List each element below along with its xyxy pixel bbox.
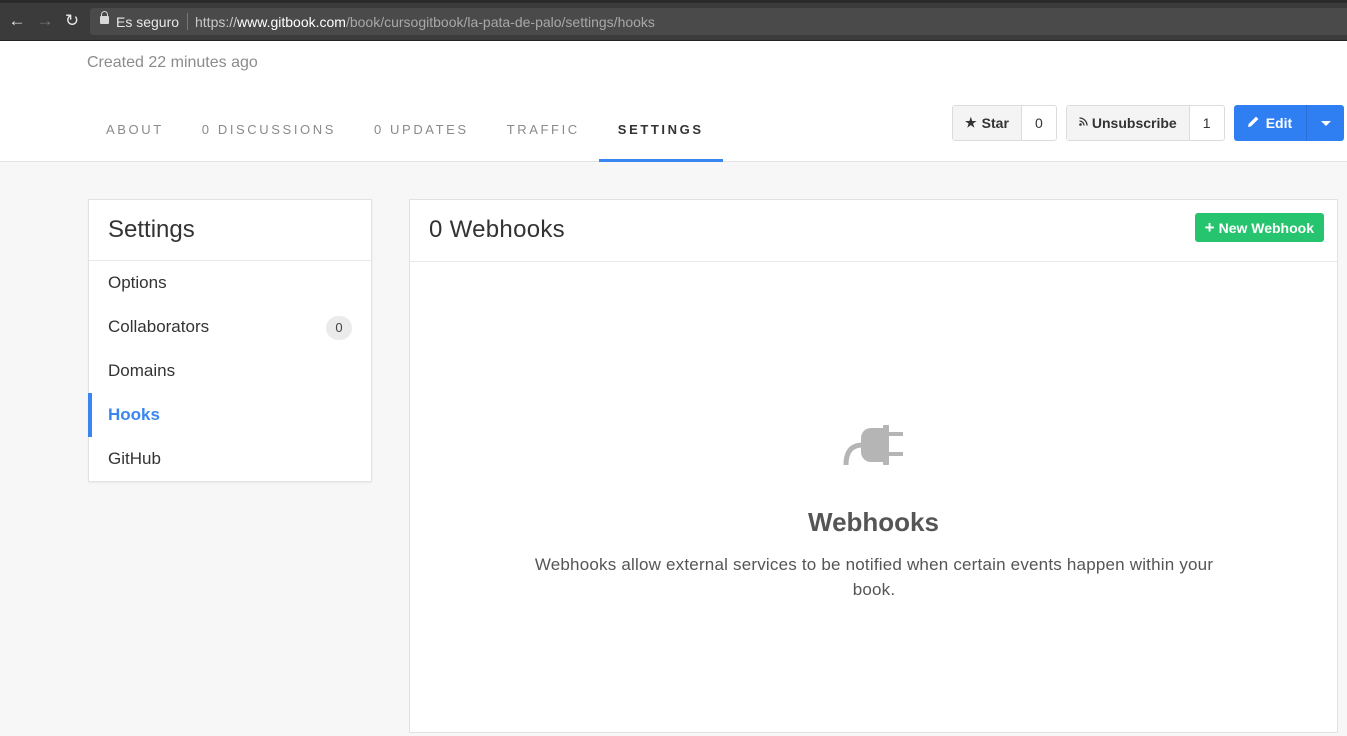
sidebar-item-label: GitHub <box>108 449 161 468</box>
tab-traffic[interactable]: TRAFFIC <box>488 107 599 162</box>
tab-updates[interactable]: 0 UPDATES <box>355 107 488 162</box>
url-scheme: https:// <box>195 14 238 30</box>
tab-about[interactable]: ABOUT <box>87 107 183 162</box>
url-host: www.gitbook.com <box>237 14 346 30</box>
watch-count[interactable]: 1 <box>1190 106 1224 140</box>
panel-title: 0 Webhooks <box>429 216 565 243</box>
address-bar[interactable]: Es seguro https://www.gitbook.com/book/c… <box>90 8 1347 35</box>
rss-icon <box>1079 117 1088 129</box>
panel-header: 0 Webhooks + New Webhook <box>410 200 1337 262</box>
edit-button[interactable]: Edit <box>1234 105 1308 141</box>
tab-discussions[interactable]: 0 DISCUSSIONS <box>183 107 355 162</box>
new-webhook-button[interactable]: + New Webhook <box>1194 213 1324 242</box>
plug-icon <box>843 425 905 466</box>
pencil-icon <box>1247 115 1260 131</box>
book-tabs: ABOUT 0 DISCUSSIONS 0 UPDATES TRAFFIC SE… <box>87 107 723 162</box>
sidebar-item-domains[interactable]: Domains <box>89 349 371 393</box>
sidebar-item-label: Options <box>108 273 167 292</box>
sidebar-item-label: Hooks <box>108 405 160 424</box>
edit-dropdown-button[interactable] <box>1307 105 1344 141</box>
book-actions: ★ Star 0 Unsubscribe 1 Edit <box>952 105 1345 141</box>
unsubscribe-button[interactable]: Unsubscribe <box>1066 106 1190 140</box>
book-header: Created 22 minutes ago ABOUT 0 DISCUSSIO… <box>0 41 1347 162</box>
chevron-down-icon <box>1320 120 1331 126</box>
settings-sidebar: Settings Options Collaborators 0 Domains… <box>88 199 372 482</box>
back-icon[interactable]: ← <box>7 11 27 31</box>
webhooks-panel: 0 Webhooks + New Webhook Webhooks Webhoo… <box>409 199 1338 733</box>
star-group: ★ Star 0 <box>952 105 1057 141</box>
tab-settings[interactable]: SETTINGS <box>598 107 723 162</box>
edit-label: Edit <box>1265 115 1293 131</box>
empty-state-description: Webhooks allow external services to be n… <box>534 555 1214 599</box>
unsubscribe-label: Unsubscribe <box>1091 115 1177 131</box>
sidebar-item-options[interactable]: Options <box>89 261 371 305</box>
star-icon: ★ <box>965 115 977 130</box>
created-timestamp: Created 22 minutes ago <box>87 54 258 71</box>
star-button[interactable]: ★ Star <box>953 106 1022 140</box>
browser-tab-strip <box>0 0 1347 3</box>
address-divider <box>187 13 188 30</box>
sidebar-item-github[interactable]: GitHub <box>89 437 371 481</box>
edit-group: Edit <box>1233 105 1345 141</box>
new-webhook-label: New Webhook <box>1218 219 1314 236</box>
collaborators-count-badge: 0 <box>326 316 352 340</box>
reload-icon[interactable]: ↻ <box>62 11 82 31</box>
url-text[interactable]: https://www.gitbook.com/book/cursogitboo… <box>195 14 655 30</box>
sidebar-item-collaborators[interactable]: Collaborators 0 <box>89 305 371 349</box>
sidebar-title: Settings <box>89 200 371 261</box>
sidebar-item-label: Domains <box>108 361 176 380</box>
plus-icon: + <box>1204 217 1215 237</box>
forward-icon[interactable]: → <box>35 11 55 31</box>
browser-toolbar: ← → ↻ Es seguro https://www.gitbook.com/… <box>0 0 1347 41</box>
sidebar-item-label: Collaborators <box>108 317 210 336</box>
star-label: Star <box>981 115 1009 131</box>
lock-icon <box>100 11 109 24</box>
star-count[interactable]: 0 <box>1022 106 1056 140</box>
empty-state-title: Webhooks <box>808 507 939 537</box>
url-path: /book/cursogitbook/la-pata-de-palo/setti… <box>345 14 655 30</box>
sidebar-item-hooks[interactable]: Hooks <box>88 393 371 437</box>
secure-label: Es seguro <box>116 14 180 30</box>
watch-group: Unsubscribe 1 <box>1065 105 1225 141</box>
